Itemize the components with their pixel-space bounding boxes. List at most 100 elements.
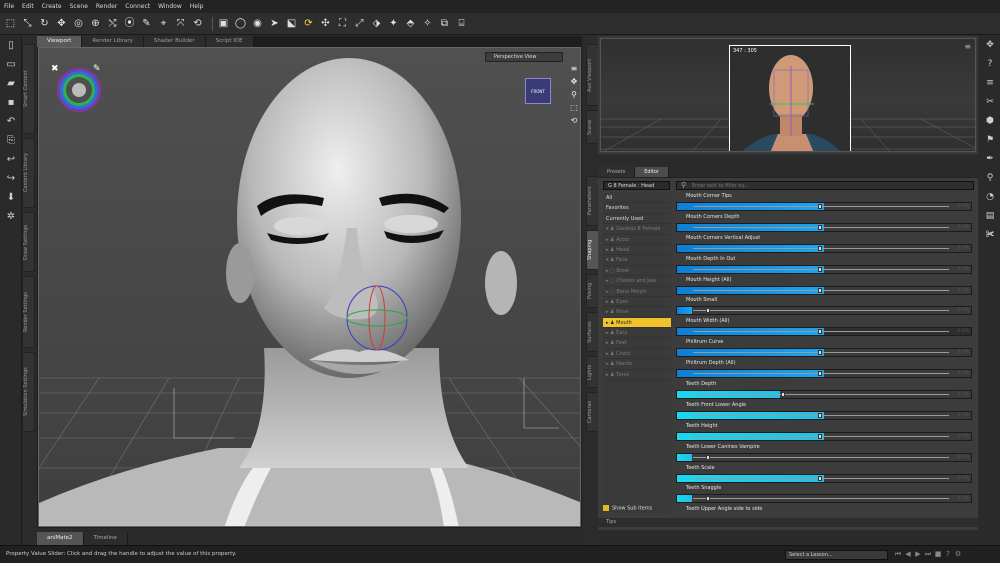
slider-value[interactable]: 0.0%	[958, 433, 969, 440]
node-select-icon[interactable]: ⤡	[21, 17, 34, 30]
chart-icon[interactable]: ⚑	[980, 131, 1000, 150]
tree-item[interactable]: Currently Used	[603, 214, 671, 225]
content-icon[interactable]: ⬇	[0, 188, 22, 207]
slider-value[interactable]: 0.0%	[958, 349, 969, 356]
property-value-slider[interactable]: 0.0%	[676, 202, 972, 211]
menu-icon[interactable]: ≡	[964, 42, 971, 51]
tab-viewport[interactable]: Viewport	[37, 36, 83, 47]
slider-value[interactable]: 0.0%	[958, 495, 969, 502]
new-icon[interactable]: ▯	[0, 36, 22, 55]
tab-render-settings[interactable]: Render Settings	[22, 276, 35, 348]
property-value-slider[interactable]: 0.0%	[676, 264, 972, 274]
layout-icon[interactable]: ✥	[980, 36, 1000, 55]
bullseye-icon[interactable]: ◉	[251, 17, 264, 30]
pin-icon[interactable]: ✖	[51, 64, 59, 74]
menu-window[interactable]: Window	[158, 3, 182, 10]
property-value-slider[interactable]: 0.0%	[676, 473, 972, 483]
help-icon[interactable]: ?	[980, 55, 1000, 74]
camera-icon[interactable]: ▣	[217, 17, 230, 30]
slider-handle[interactable]	[818, 412, 822, 418]
tab-animate2[interactable]: aniMate2	[37, 532, 84, 545]
slider-handle[interactable]	[818, 371, 822, 377]
scissor-icon[interactable]: ✀	[980, 226, 1000, 245]
zoom-icon[interactable]: ⚲	[568, 90, 580, 103]
menu-help[interactable]: Help	[190, 3, 204, 10]
next-icon[interactable]: ⏭	[923, 550, 933, 559]
surface-selection-icon[interactable]: ⦿	[123, 17, 136, 30]
pan-icon[interactable]: ✥	[568, 77, 580, 90]
arrow-select-icon[interactable]: ➤	[268, 17, 281, 30]
slider-handle[interactable]	[818, 475, 822, 481]
slider-value[interactable]: 0.0%	[958, 307, 969, 314]
slider-value[interactable]: 0.0%	[958, 370, 969, 377]
slider-handle[interactable]	[818, 266, 822, 272]
property-value-slider[interactable]: 0.0%	[676, 222, 972, 232]
settings-icon[interactable]: ▤	[980, 207, 1000, 226]
tab-tips[interactable]: Tips	[598, 519, 616, 525]
menu-create[interactable]: Create	[42, 3, 62, 10]
light-icon[interactable]: ↪	[0, 169, 22, 188]
scale-icon[interactable]: ◎	[72, 17, 85, 30]
tree-item[interactable]: ▸ ♟ Hands	[603, 359, 671, 370]
node-selector[interactable]: G 8 Female : Head	[603, 181, 670, 190]
brush-icon[interactable]: ⬗	[370, 17, 383, 30]
tree-item[interactable]: ▸ ♟ Ears	[603, 328, 671, 339]
menu-scene[interactable]: Scene	[70, 3, 88, 10]
property-value-slider[interactable]: 0.0%	[676, 327, 972, 337]
play-icon[interactable]: ▶	[913, 550, 923, 559]
tree-item[interactable]: ▾ ♟ Face	[603, 255, 671, 266]
slider-handle[interactable]	[705, 454, 710, 460]
save-icon[interactable]: ▪	[0, 93, 22, 112]
menu-icon[interactable]: ≡	[980, 74, 1000, 93]
property-value-slider[interactable]: 0.0%	[676, 369, 972, 379]
lesson-select[interactable]: Select a Lesson...	[785, 550, 888, 560]
property-value-slider[interactable]: 0.0%	[676, 431, 972, 441]
slider-handle[interactable]	[705, 496, 710, 502]
universal-icon[interactable]: ⊕	[89, 17, 102, 30]
tree-item[interactable]: ▸ ▢ Brow	[603, 266, 671, 277]
3d-viewport[interactable]: ✖ ✎ Perspective View ≡ ✥ ⚲ ⬚ ⟲ FRONT	[38, 47, 581, 527]
first-icon[interactable]: ⏮	[893, 550, 903, 559]
figure-icon[interactable]: ⌖	[157, 17, 170, 30]
circle-icon[interactable]: ◯	[234, 17, 247, 30]
tab-draw-settings[interactable]: Draw Settings	[22, 212, 35, 272]
stop-icon[interactable]: ■	[933, 550, 943, 559]
property-value-slider[interactable]: 0.0%	[676, 243, 972, 253]
morph-icon[interactable]: ⟲	[191, 17, 204, 30]
tab-presets[interactable]: Presets	[598, 167, 636, 177]
spotlight-icon[interactable]: ✦	[387, 17, 400, 30]
merge-icon[interactable]: ▰	[0, 74, 22, 93]
view-selector[interactable]: Perspective View	[485, 52, 563, 62]
slider-value[interactable]: 0.0%	[958, 391, 969, 398]
prev-icon[interactable]: ◀	[903, 550, 913, 559]
tree-item[interactable]: All	[603, 193, 671, 204]
joint-editor-icon[interactable]: ⤭	[106, 17, 119, 30]
property-filter-input[interactable]: ⚲ Enter text to filter by...	[676, 181, 974, 190]
aux-viewport[interactable]: 347 : 305 ≡	[600, 38, 976, 152]
tree-item[interactable]: ▸ ♟ Mouth	[603, 317, 671, 329]
pose-icon[interactable]: ✧	[421, 17, 434, 30]
slider-handle[interactable]	[818, 245, 822, 251]
view-cube[interactable]: FRONT	[525, 78, 551, 104]
slider-value[interactable]: 0.0%	[958, 203, 969, 210]
slider-handle[interactable]	[818, 350, 822, 356]
tree-item[interactable]: ▾ ♟ Genesis 8 Female	[603, 224, 671, 235]
tools-icon[interactable]: ✂	[980, 93, 1000, 112]
help-icon[interactable]: ?	[943, 550, 953, 559]
slider-handle[interactable]	[818, 287, 822, 293]
property-value-slider[interactable]: 0.0%	[676, 348, 972, 358]
region-icon[interactable]: ⬕	[285, 17, 298, 30]
tab-shader-builder[interactable]: Shader Builder	[143, 36, 206, 47]
slider-value[interactable]: 0.0%	[958, 245, 969, 252]
tree-item[interactable]: ▸ ♟ Chest	[603, 349, 671, 360]
slider-value[interactable]: 0.0%	[958, 328, 969, 335]
menu-file[interactable]: File	[4, 3, 14, 10]
geometry-editor-icon[interactable]: ✎	[140, 17, 153, 30]
pointer-icon[interactable]: ⬚	[4, 17, 17, 30]
orbit-icon[interactable]: ⟲	[568, 116, 580, 129]
rotate-brush-icon[interactable]: ✣	[319, 17, 332, 30]
slider-handle[interactable]	[818, 329, 822, 335]
move-icon[interactable]: ✥	[55, 17, 68, 30]
tree-item[interactable]: ▸ ♟ Head	[603, 245, 671, 256]
slider-handle[interactable]	[818, 224, 822, 230]
